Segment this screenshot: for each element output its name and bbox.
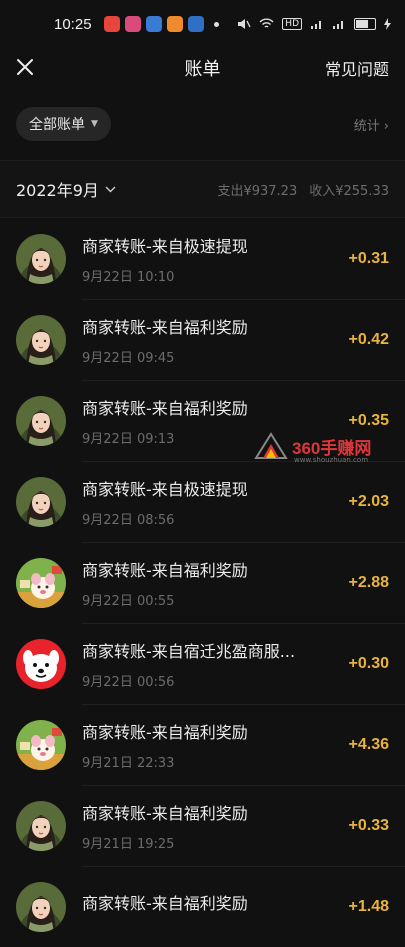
- expense-total: 支出¥937.23: [217, 183, 298, 199]
- transaction-amount: +2.03: [348, 492, 389, 510]
- transaction-text: 商家转账-来自福利奖励 9月22日 00:55: [82, 557, 341, 609]
- transaction-time: 9月22日 09:45: [82, 350, 175, 366]
- transaction-row[interactable]: 商家转账-来自福利奖励 9月22日 00:55 +2.88: [0, 542, 405, 623]
- transaction-name: 商家转账-来自福利奖励: [82, 722, 248, 742]
- transaction-row[interactable]: 商家转账-来自福利奖励 9月22日 09:45 +0.42: [0, 299, 405, 380]
- transaction-time: 9月22日 00:56: [82, 674, 175, 690]
- close-icon[interactable]: [16, 56, 34, 80]
- transaction-time: 9月21日 19:25: [82, 836, 175, 852]
- merchant-avatar: [16, 395, 66, 446]
- filter-bar: 全部账单 ▼ 统计 ›: [0, 88, 405, 160]
- transaction-text: 商家转账-来自福利奖励 9月21日 19:25: [82, 800, 341, 852]
- transaction-text: 商家转账-来自极速提现 9月22日 10:10: [82, 233, 341, 285]
- app-notification-icon: [187, 16, 204, 32]
- more-notifications-icon: [213, 21, 219, 27]
- transaction-time: 9月22日 08:56: [82, 512, 175, 528]
- top-bar: 账单 常见问题: [0, 48, 405, 88]
- transaction-row[interactable]: 商家转账-来自福利奖励 9月22日 09:13 +0.35: [0, 380, 405, 461]
- transaction-text: 商家转账-来自宿迁兆盈商服... 9月22日 00:56: [82, 638, 341, 690]
- transaction-amount: +0.31: [348, 249, 389, 267]
- transaction-name: 商家转账-来自福利奖励: [82, 398, 248, 418]
- signal-icon: [333, 21, 343, 29]
- transaction-row[interactable]: 商家转账-来自福利奖励 +1.48: [0, 866, 405, 947]
- transaction-row[interactable]: 商家转账-来自福利奖励 9月21日 22:33 +4.36: [0, 704, 405, 785]
- transaction-time: 9月22日 09:13: [82, 431, 175, 447]
- app-notification-icon: [124, 16, 141, 32]
- stats-link[interactable]: 统计 ›: [354, 115, 389, 134]
- transaction-row[interactable]: 商家转账-来自极速提现 9月22日 08:56 +2.03: [0, 461, 405, 542]
- transaction-name: 商家转账-来自福利奖励: [82, 560, 248, 580]
- month-summary: 支出¥937.23 收入¥255.33: [217, 180, 389, 199]
- faq-link[interactable]: 常见问题: [325, 56, 389, 80]
- status-time: 10:25: [54, 15, 92, 33]
- transaction-text: 商家转账-来自福利奖励 9月22日 09:45: [82, 314, 341, 366]
- income-total: 收入¥255.33: [309, 183, 389, 199]
- status-bar: 10:25 HD: [0, 0, 405, 48]
- transaction-amount: +0.35: [348, 411, 389, 429]
- merchant-avatar: [16, 314, 66, 365]
- transaction-name: 商家转账-来自极速提现: [82, 479, 248, 499]
- merchant-avatar: [16, 233, 66, 284]
- merchant-avatar: [16, 557, 66, 608]
- month-selector[interactable]: 2022年9月: [16, 177, 116, 201]
- transaction-name: 商家转账-来自极速提现: [82, 236, 248, 256]
- transaction-time: 9月22日 10:10: [82, 269, 175, 285]
- triangle-down-icon: ▼: [91, 119, 98, 129]
- notification-app-icons: [103, 16, 204, 32]
- month-bar: 2022年9月 支出¥937.23 收入¥255.33: [0, 160, 405, 218]
- transaction-row[interactable]: 商家转账-来自宿迁兆盈商服... 9月22日 00:56 +0.30: [0, 623, 405, 704]
- wifi-icon: [259, 18, 274, 28]
- app-notification-icon: [166, 16, 183, 32]
- transaction-time: 9月22日 00:55: [82, 593, 175, 609]
- transaction-name: 商家转账-来自福利奖励: [82, 803, 248, 823]
- battery-icon: [354, 18, 376, 30]
- month-label: 2022年9月: [16, 181, 99, 200]
- merchant-avatar: [16, 638, 66, 689]
- transaction-text: 商家转账-来自福利奖励: [82, 890, 341, 923]
- chevron-down-icon: [105, 182, 116, 196]
- transaction-text: 商家转账-来自福利奖励 9月21日 22:33: [82, 719, 341, 771]
- transaction-amount: +4.36: [348, 735, 389, 753]
- app-notification-icon: [145, 16, 162, 32]
- transaction-amount: +1.48: [348, 897, 389, 915]
- transaction-name: 商家转账-来自福利奖励: [82, 894, 248, 913]
- merchant-avatar: [16, 719, 66, 770]
- transaction-text: 商家转账-来自极速提现 9月22日 08:56: [82, 476, 341, 528]
- transaction-amount: +0.30: [348, 654, 389, 672]
- transaction-time: 9月21日 22:33: [82, 755, 175, 771]
- transaction-row[interactable]: 商家转账-来自极速提现 9月22日 10:10 +0.31: [0, 218, 405, 299]
- transaction-amount: +2.88: [348, 573, 389, 591]
- transaction-row[interactable]: 商家转账-来自福利奖励 9月21日 19:25 +0.33: [0, 785, 405, 866]
- all-bills-label: 全部账单: [29, 117, 85, 133]
- system-icons: HD: [237, 18, 391, 30]
- chevron-right-icon: ›: [383, 118, 389, 134]
- merchant-avatar: [16, 800, 66, 851]
- transaction-name: 商家转账-来自宿迁兆盈商服...: [82, 641, 296, 661]
- charging-icon: [384, 18, 391, 30]
- mute-icon: [238, 19, 251, 29]
- merchant-avatar: [16, 881, 66, 932]
- app-notification-icon: [103, 16, 120, 32]
- transaction-list: 商家转账-来自极速提现 9月22日 10:10 +0.31 商家转账-来自福利奖…: [0, 218, 405, 947]
- transaction-name: 商家转账-来自福利奖励: [82, 317, 248, 337]
- merchant-avatar: [16, 476, 66, 527]
- transaction-amount: +0.33: [348, 816, 389, 834]
- transaction-amount: +0.42: [348, 330, 389, 348]
- all-bills-filter-button[interactable]: 全部账单 ▼: [16, 107, 111, 141]
- transaction-text: 商家转账-来自福利奖励 9月22日 09:13: [82, 395, 341, 447]
- network-hd-label: HD: [282, 18, 302, 30]
- stats-label: 统计: [353, 118, 380, 134]
- signal-icon: [311, 21, 321, 29]
